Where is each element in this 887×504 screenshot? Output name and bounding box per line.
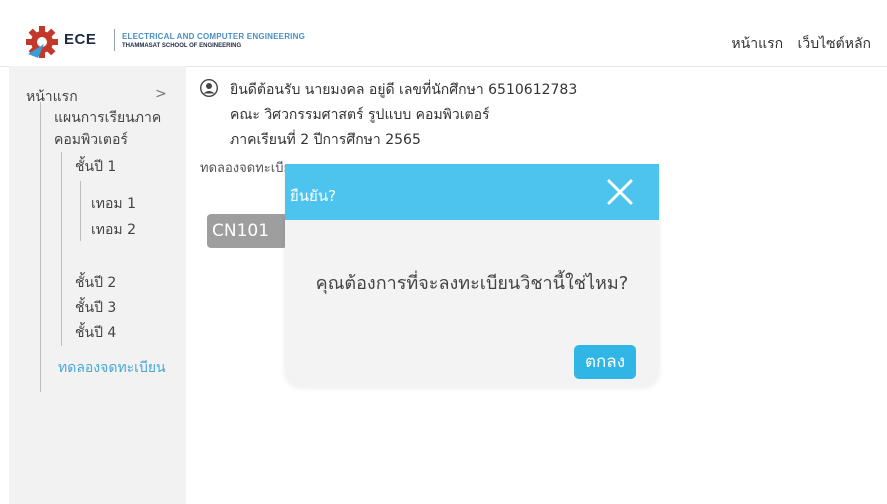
- logo-subtitle-2: THAMMASAT SCHOOL OF ENGINEERING: [122, 43, 242, 49]
- logo-subtitle-1: ELECTRICAL AND COMPUTER ENGINEERING: [122, 32, 306, 41]
- sidebar-item-plan[interactable]: แผนการเรียนภาค: [54, 107, 161, 129]
- sidebar-item-term2[interactable]: เทอม 2: [91, 219, 136, 241]
- dialog-title: ยืนยัน?: [290, 187, 337, 205]
- nav-home-link[interactable]: หน้าแรก: [731, 36, 783, 52]
- sidebar-item-home[interactable]: หน้าแรก: [26, 86, 78, 108]
- logo-divider: [114, 29, 115, 51]
- gear-logo-icon[interactable]: [24, 24, 60, 60]
- course-card[interactable]: CN101: [207, 214, 287, 248]
- dialog-header: ยืนยัน?: [285, 164, 659, 220]
- user-icon: [200, 79, 218, 97]
- close-icon[interactable]: [606, 178, 634, 206]
- sidebar-item-year4[interactable]: ชั้นปี 4: [75, 322, 116, 344]
- ok-button[interactable]: ตกลง: [574, 345, 636, 379]
- nav-main-site-link[interactable]: เว็บไซต์หลัก: [798, 36, 871, 52]
- confirm-dialog: ยืนยัน? คุณต้องการที่จะลงทะเบียนวิชานี้ใ…: [285, 164, 659, 386]
- sidebar: หน้าแรก > แผนการเรียนภาค คอมพิวเตอร์ ชั้…: [9, 66, 186, 504]
- dialog-message: คุณต้องการที่จะลงทะเบียนวิชานี้ใช่ไหม?: [315, 273, 629, 294]
- logo-text: ECE: [64, 31, 97, 48]
- faculty-text: คณะ วิศวกรรมศาสตร์ รูปแบบ คอมพิวเตอร์: [230, 107, 490, 123]
- welcome-text: ยินดีต้อนรับ นายมงคล อยู่ดี เลขที่นักศึก…: [230, 82, 578, 98]
- sidebar-item-year3[interactable]: ชั้นปี 3: [75, 297, 116, 319]
- tree-line: [40, 102, 41, 392]
- tree-line: [80, 181, 81, 241]
- semester-text: ภาคเรียนที่ 2 ปีการศึกษา 2565: [230, 132, 421, 148]
- sidebar-item-try-register[interactable]: ทดลองจดทะเบียน: [58, 357, 166, 379]
- top-nav: หน้าแรก เว็บไซต์หลัก: [721, 33, 871, 55]
- sidebar-item-year1[interactable]: ชั้นปี 1: [75, 156, 116, 178]
- sidebar-item-plan-cont[interactable]: คอมพิวเตอร์: [54, 129, 128, 151]
- chevron-right-icon[interactable]: >: [155, 86, 167, 102]
- tree-line: [61, 152, 62, 346]
- sidebar-item-term1[interactable]: เทอม 1: [91, 193, 136, 215]
- header: ECE ELECTRICAL AND COMPUTER ENGINEERING …: [0, 0, 887, 67]
- sidebar-item-year2[interactable]: ชั้นปี 2: [75, 272, 116, 294]
